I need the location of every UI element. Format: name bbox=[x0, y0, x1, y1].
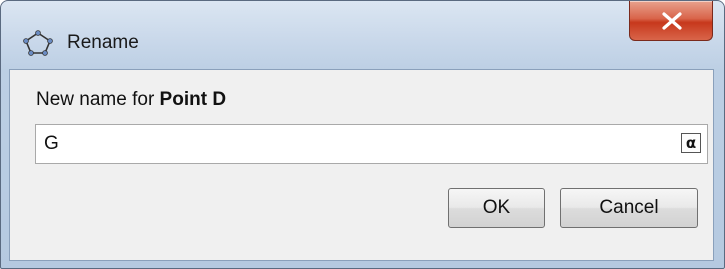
object-name: Point D bbox=[159, 89, 227, 110]
close-icon bbox=[662, 12, 682, 30]
symbol-picker-button[interactable]: α bbox=[681, 133, 701, 153]
rename-prompt: New name for Point D bbox=[36, 88, 226, 112]
cancel-button[interactable]: Cancel bbox=[560, 188, 698, 228]
dialog-content: New name for Point D α OK Cancel bbox=[9, 69, 714, 261]
window-title: Rename bbox=[67, 32, 139, 53]
pentagon-outline-icon bbox=[23, 30, 53, 56]
title-bar[interactable]: Rename bbox=[1, 1, 724, 69]
rename-dialog-window: Rename New name for Point D α OK Cancel bbox=[0, 0, 725, 269]
new-name-field[interactable]: α bbox=[35, 124, 708, 164]
close-button[interactable] bbox=[629, 1, 713, 41]
ok-button[interactable]: OK bbox=[448, 188, 545, 228]
prompt-prefix: New name for bbox=[36, 89, 160, 110]
new-name-input[interactable] bbox=[36, 125, 664, 163]
